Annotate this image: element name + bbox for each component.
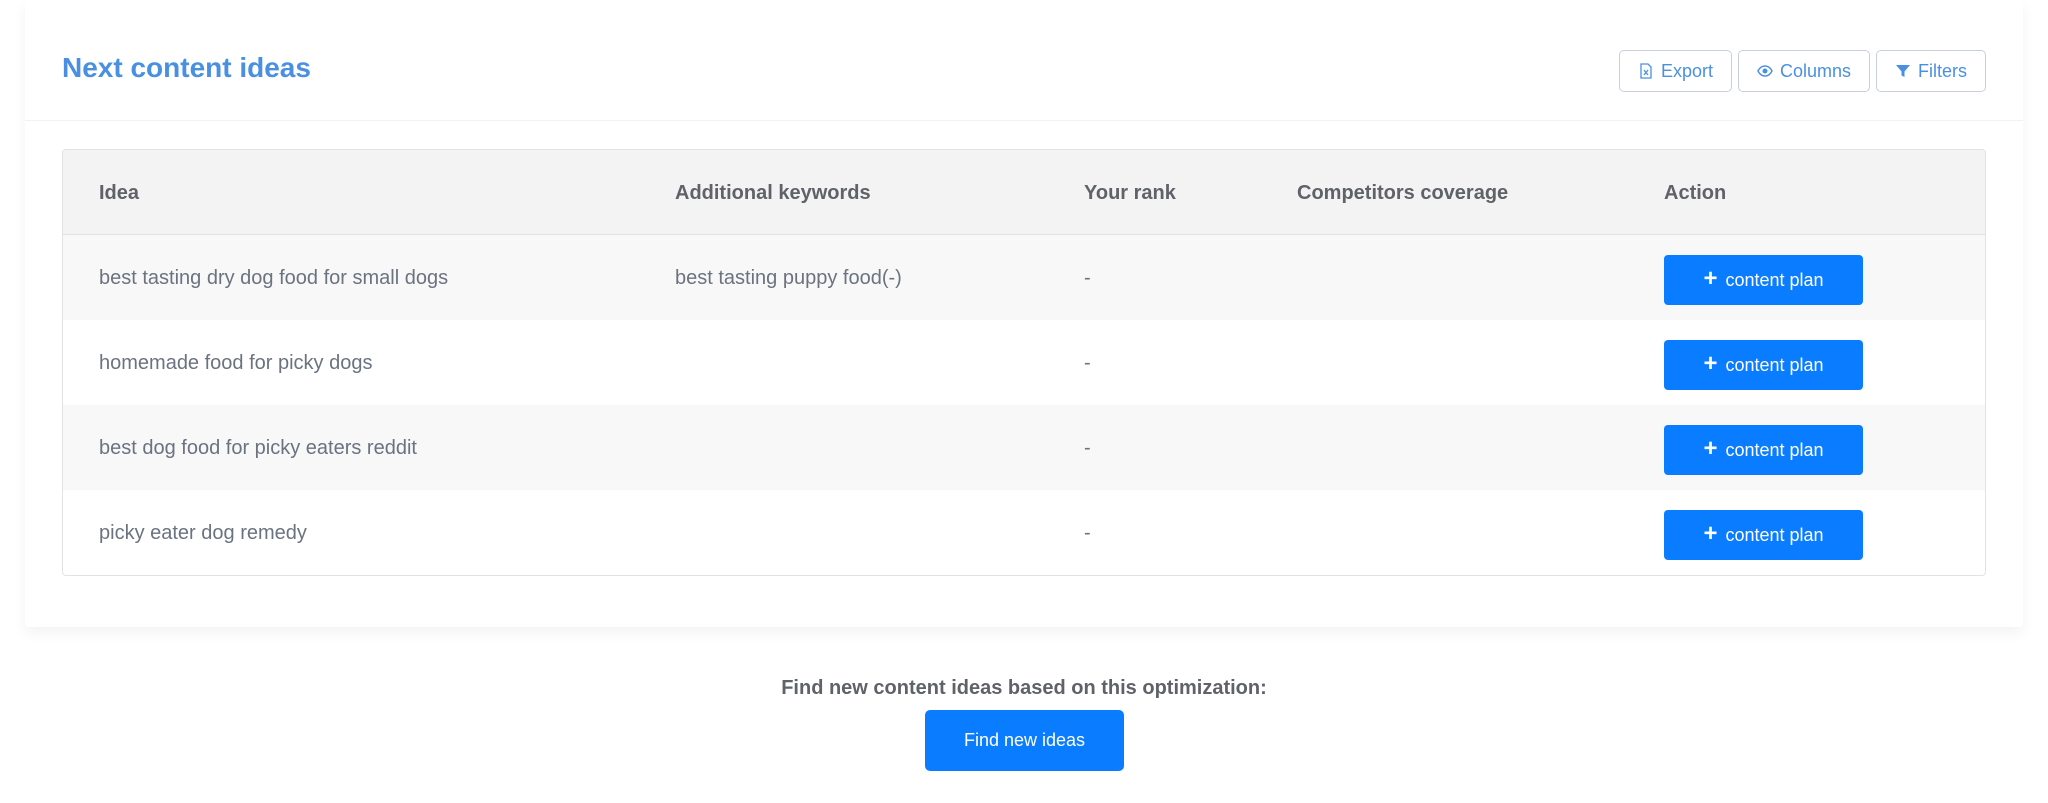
rank-cell: - [1084,352,1091,374]
content-plan-label: content plan [1725,269,1824,290]
add-content-plan-button[interactable]: + content plan [1664,510,1863,560]
rank-cell: - [1084,437,1091,459]
content-ideas-card: Next content ideas Export Columns Filter… [25,0,2023,627]
plus-icon: + [1703,350,1718,377]
table-row: homemade food for picky dogs - + content… [63,320,1985,405]
page-title: Next content ideas [62,52,311,83]
header-action: Action [1664,182,1727,204]
content-plan-label: content plan [1725,524,1824,545]
plus-icon: + [1703,435,1718,462]
idea-cell: homemade food for picky dogs [99,352,373,374]
export-label: Export [1660,60,1713,81]
rank-cell: - [1084,267,1091,289]
content-plan-label: content plan [1725,354,1824,375]
filters-label: Filters [1918,60,1967,81]
idea-cell: best tasting dry dog food for small dogs [99,267,449,289]
plus-icon: + [1703,265,1718,292]
add-content-plan-button[interactable]: + content plan [1664,255,1863,305]
ideas-table: Idea Additional keywords Your rank Compe… [62,149,1986,576]
header-idea[interactable]: Idea [99,182,139,205]
header-competitors-coverage[interactable]: Competitors coverage [1297,182,1508,205]
table-row: best tasting dry dog food for small dogs… [63,235,1985,320]
table-row: best dog food for picky eaters reddit - … [63,405,1985,490]
columns-button[interactable]: Columns [1737,50,1870,92]
header-additional-keywords[interactable]: Additional keywords [675,182,871,205]
export-button[interactable]: Export [1618,50,1732,92]
excel-file-icon [1640,63,1652,79]
card-header: Next content ideas Export Columns Filter… [25,0,2023,121]
keywords-cell: best tasting puppy food(-) [675,267,902,289]
content-plan-label: content plan [1725,439,1824,460]
add-content-plan-button[interactable]: + content plan [1664,425,1863,475]
header-your-rank[interactable]: Your rank [1084,182,1176,205]
columns-label: Columns [1779,60,1851,81]
table-row: picky eater dog remedy - + content plan [63,490,1985,575]
find-ideas-prompt: Find new content ideas based on this opt… [781,677,1267,699]
table-header-row: Idea Additional keywords Your rank Compe… [63,150,1985,235]
idea-cell: picky eater dog remedy [99,522,307,544]
idea-cell: best dog food for picky eaters reddit [99,437,417,459]
filters-button[interactable]: Filters [1876,50,1986,92]
rank-cell: - [1084,522,1091,544]
funnel-icon [1896,65,1910,77]
plus-icon: + [1703,520,1718,547]
find-new-ideas-button[interactable]: Find new ideas [925,710,1124,771]
eye-icon [1757,65,1773,77]
table-toolbar: Export Columns Filters [1618,50,1986,92]
add-content-plan-button[interactable]: + content plan [1664,340,1863,390]
